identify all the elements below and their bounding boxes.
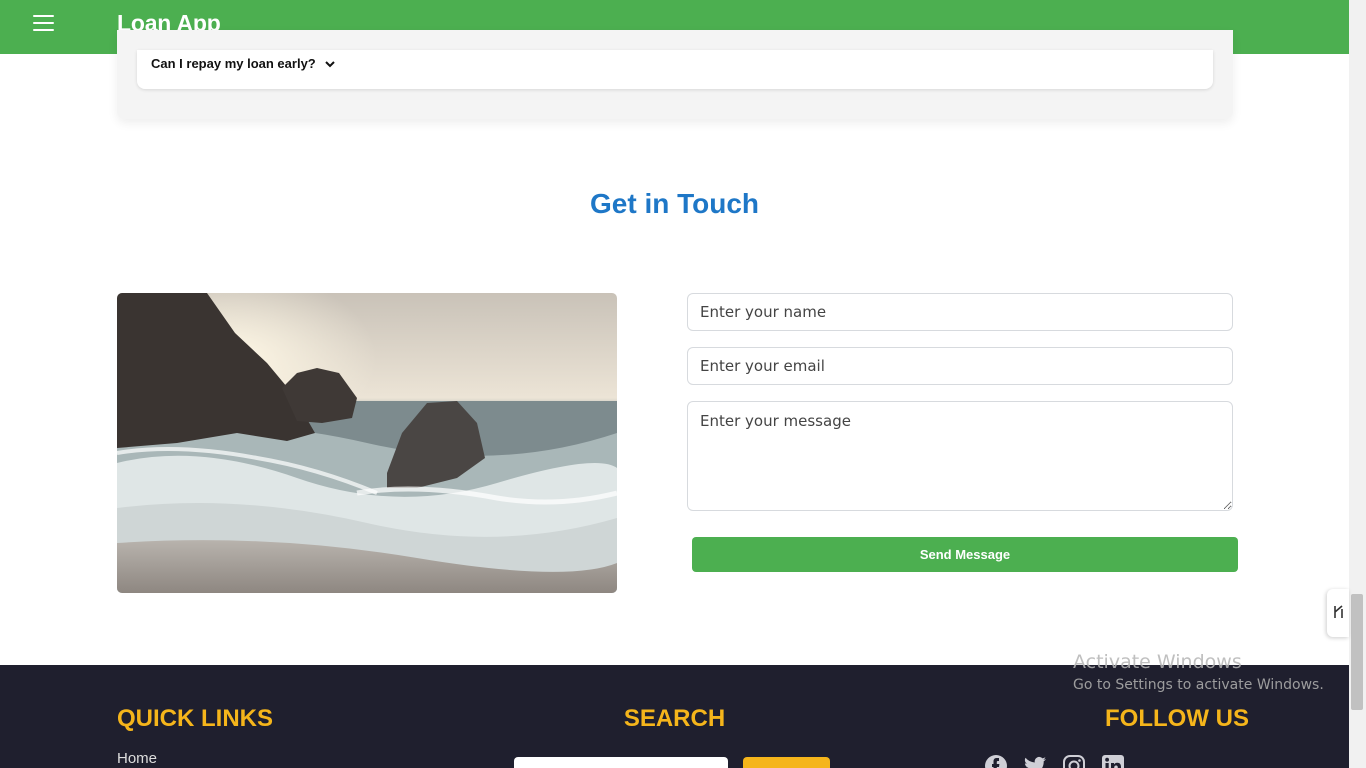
faq-question[interactable]: Can I repay my loan early? (151, 56, 336, 71)
windows-activation-subtitle: Go to Settings to activate Windows. (1073, 677, 1324, 693)
faq-item[interactable]: Can I repay my loan early? (137, 50, 1213, 89)
send-message-button[interactable]: Send Message (692, 537, 1238, 572)
windows-activation-title: Activate Windows (1073, 651, 1242, 673)
contact-image (117, 293, 617, 593)
side-widget-icon (1334, 605, 1343, 618)
chevron-down-icon (325, 60, 335, 67)
follow-us-heading: FOLLOW US (1105, 705, 1249, 732)
footer-search-input[interactable] (514, 757, 728, 768)
scrollbar-thumb[interactable] (1351, 594, 1363, 710)
side-widget-tab[interactable] (1327, 589, 1349, 637)
faq-question-text: Can I repay my loan early? (151, 56, 316, 71)
twitter-icon[interactable] (1023, 754, 1047, 768)
facebook-icon[interactable] (984, 754, 1008, 768)
footer-link-home[interactable]: Home (117, 750, 157, 767)
name-input[interactable] (687, 293, 1233, 331)
message-textarea[interactable] (687, 401, 1233, 511)
contact-section-title: Get in Touch (589, 188, 760, 219)
seascape-image (117, 293, 617, 593)
linkedin-icon[interactable] (1101, 754, 1125, 768)
hamburger-menu-icon[interactable] (33, 13, 55, 33)
email-input[interactable] (687, 347, 1233, 385)
faq-section: Can I repay my loan early? (117, 30, 1233, 119)
footer-search-button[interactable] (743, 757, 830, 768)
instagram-icon[interactable] (1062, 754, 1086, 768)
